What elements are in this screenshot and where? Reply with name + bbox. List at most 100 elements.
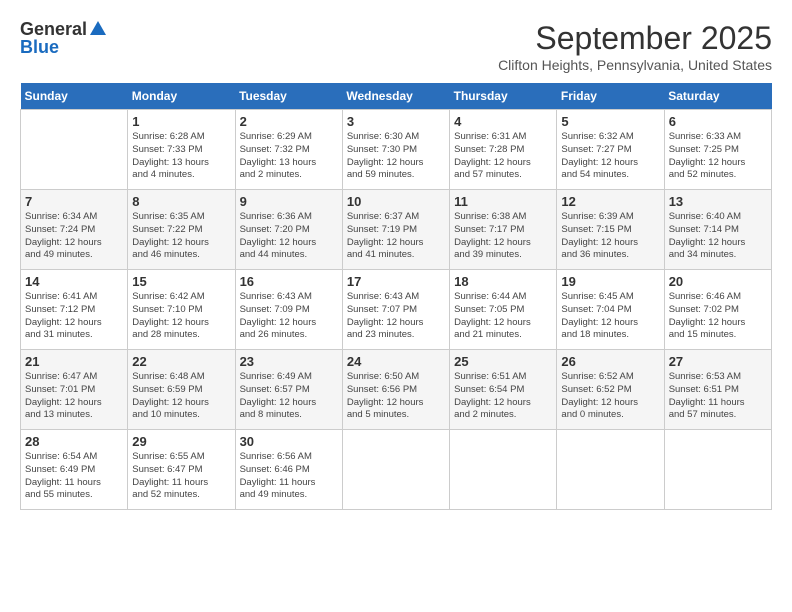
day-number: 20 [669,274,767,289]
day-number: 19 [561,274,659,289]
calendar-cell: 14 Sunrise: 6:41 AMSunset: 7:12 PMDayligh… [21,270,128,350]
calendar-cell: 17 Sunrise: 6:43 AMSunset: 7:07 PMDayligh… [342,270,449,350]
day-info: Sunrise: 6:35 AMSunset: 7:22 PMDaylight:… [132,211,230,262]
calendar-week-4: 21 Sunrise: 6:47 AMSunset: 7:01 PMDayligh… [21,350,772,430]
col-friday: Friday [557,83,664,110]
day-number: 4 [454,114,552,129]
calendar-cell: 21 Sunrise: 6:47 AMSunset: 7:01 PMDayligh… [21,350,128,430]
day-info: Sunrise: 6:52 AMSunset: 6:52 PMDaylight:… [561,371,659,422]
calendar-cell: 12 Sunrise: 6:39 AMSunset: 7:15 PMDayligh… [557,190,664,270]
calendar-cell [21,110,128,190]
day-info: Sunrise: 6:33 AMSunset: 7:25 PMDaylight:… [669,131,767,182]
calendar-cell: 25 Sunrise: 6:51 AMSunset: 6:54 PMDayligh… [450,350,557,430]
calendar-cell: 4Sunrise: 6:31 AMSunset: 7:28 PMDaylight… [450,110,557,190]
day-info: Sunrise: 6:32 AMSunset: 7:27 PMDaylight:… [561,131,659,182]
location: Clifton Heights, Pennsylvania, United St… [498,57,772,73]
calendar-week-2: 7 Sunrise: 6:34 AMSunset: 7:24 PMDaylight… [21,190,772,270]
calendar-cell: 11 Sunrise: 6:38 AMSunset: 7:17 PMDayligh… [450,190,557,270]
day-number: 27 [669,354,767,369]
day-info: Sunrise: 6:43 AMSunset: 7:09 PMDaylight:… [240,291,338,342]
day-info: Sunrise: 6:47 AMSunset: 7:01 PMDaylight:… [25,371,123,422]
calendar-cell [450,430,557,510]
day-info: Sunrise: 6:50 AMSunset: 6:56 PMDaylight:… [347,371,445,422]
day-info: Sunrise: 6:28 AMSunset: 7:33 PMDaylight:… [132,131,230,182]
day-number: 17 [347,274,445,289]
day-info: Sunrise: 6:53 AMSunset: 6:51 PMDaylight:… [669,371,767,422]
header-row: Sunday Monday Tuesday Wednesday Thursday… [21,83,772,110]
day-info: Sunrise: 6:36 AMSunset: 7:20 PMDaylight:… [240,211,338,262]
calendar-cell: 23 Sunrise: 6:49 AMSunset: 6:57 PMDayligh… [235,350,342,430]
calendar-week-1: 1 Sunrise: 6:28 AMSunset: 7:33 PMDaylight… [21,110,772,190]
calendar-cell: 16Sunrise: 6:43 AMSunset: 7:09 PMDayligh… [235,270,342,350]
logo: General Blue [20,20,107,56]
day-number: 24 [347,354,445,369]
day-info: Sunrise: 6:37 AMSunset: 7:19 PMDaylight:… [347,211,445,262]
day-number: 7 [25,194,123,209]
col-saturday: Saturday [664,83,771,110]
page-header: General Blue September 2025 Clifton Heig… [20,20,772,73]
logo-general: General [20,20,87,38]
day-number: 15 [132,274,230,289]
logo-blue: Blue [20,38,59,56]
title-block: September 2025 Clifton Heights, Pennsylv… [498,20,772,73]
calendar-cell: 28Sunrise: 6:54 AMSunset: 6:49 PMDayligh… [21,430,128,510]
calendar-cell: 6 Sunrise: 6:33 AMSunset: 7:25 PMDaylight… [664,110,771,190]
day-info: Sunrise: 6:54 AMSunset: 6:49 PMDaylight:… [25,451,123,502]
day-number: 5 [561,114,659,129]
day-number: 21 [25,354,123,369]
calendar-cell: 26 Sunrise: 6:52 AMSunset: 6:52 PMDayligh… [557,350,664,430]
calendar-cell: 1 Sunrise: 6:28 AMSunset: 7:33 PMDaylight… [128,110,235,190]
day-number: 30 [240,434,338,449]
day-number: 22 [132,354,230,369]
day-info: Sunrise: 6:48 AMSunset: 6:59 PMDaylight:… [132,371,230,422]
day-number: 1 [132,114,230,129]
day-number: 25 [454,354,552,369]
calendar-cell: 24 Sunrise: 6:50 AMSunset: 6:56 PMDayligh… [342,350,449,430]
calendar-cell: 19 Sunrise: 6:45 AMSunset: 7:04 PMDayligh… [557,270,664,350]
day-info: Sunrise: 6:51 AMSunset: 6:54 PMDaylight:… [454,371,552,422]
day-info: Sunrise: 6:55 AMSunset: 6:47 PMDaylight:… [132,451,230,502]
day-info: Sunrise: 6:49 AMSunset: 6:57 PMDaylight:… [240,371,338,422]
day-number: 11 [454,194,552,209]
calendar-cell: 3 Sunrise: 6:30 AMSunset: 7:30 PMDaylight… [342,110,449,190]
calendar-cell: 2Sunrise: 6:29 AMSunset: 7:32 PMDaylight… [235,110,342,190]
calendar-cell: 29 Sunrise: 6:55 AMSunset: 6:47 PMDayligh… [128,430,235,510]
col-thursday: Thursday [450,83,557,110]
day-info: Sunrise: 6:42 AMSunset: 7:10 PMDaylight:… [132,291,230,342]
calendar-cell: 9 Sunrise: 6:36 AMSunset: 7:20 PMDaylight… [235,190,342,270]
day-number: 18 [454,274,552,289]
col-wednesday: Wednesday [342,83,449,110]
day-number: 23 [240,354,338,369]
day-number: 26 [561,354,659,369]
day-info: Sunrise: 6:46 AMSunset: 7:02 PMDaylight:… [669,291,767,342]
month-title: September 2025 [498,20,772,57]
day-number: 29 [132,434,230,449]
day-number: 3 [347,114,445,129]
calendar-cell: 7 Sunrise: 6:34 AMSunset: 7:24 PMDaylight… [21,190,128,270]
day-number: 10 [347,194,445,209]
calendar-cell: 13Sunrise: 6:40 AMSunset: 7:14 PMDayligh… [664,190,771,270]
col-sunday: Sunday [21,83,128,110]
day-info: Sunrise: 6:38 AMSunset: 7:17 PMDaylight:… [454,211,552,262]
day-info: Sunrise: 6:30 AMSunset: 7:30 PMDaylight:… [347,131,445,182]
calendar-cell: 22 Sunrise: 6:48 AMSunset: 6:59 PMDayligh… [128,350,235,430]
day-info: Sunrise: 6:39 AMSunset: 7:15 PMDaylight:… [561,211,659,262]
calendar-cell [557,430,664,510]
day-number: 12 [561,194,659,209]
calendar-table: Sunday Monday Tuesday Wednesday Thursday… [20,83,772,510]
day-info: Sunrise: 6:41 AMSunset: 7:12 PMDaylight:… [25,291,123,342]
day-number: 9 [240,194,338,209]
day-number: 6 [669,114,767,129]
day-number: 8 [132,194,230,209]
calendar-cell: 15 Sunrise: 6:42 AMSunset: 7:10 PMDayligh… [128,270,235,350]
calendar-cell: 27 Sunrise: 6:53 AMSunset: 6:51 PMDayligh… [664,350,771,430]
day-info: Sunrise: 6:44 AMSunset: 7:05 PMDaylight:… [454,291,552,342]
day-info: Sunrise: 6:34 AMSunset: 7:24 PMDaylight:… [25,211,123,262]
logo-icon [89,19,107,37]
day-info: Sunrise: 6:45 AMSunset: 7:04 PMDaylight:… [561,291,659,342]
day-number: 14 [25,274,123,289]
day-info: Sunrise: 6:43 AMSunset: 7:07 PMDaylight:… [347,291,445,342]
day-info: Sunrise: 6:40 AMSunset: 7:14 PMDaylight:… [669,211,767,262]
calendar-cell: 10 Sunrise: 6:37 AMSunset: 7:19 PMDayligh… [342,190,449,270]
calendar-cell: 18 Sunrise: 6:44 AMSunset: 7:05 PMDayligh… [450,270,557,350]
